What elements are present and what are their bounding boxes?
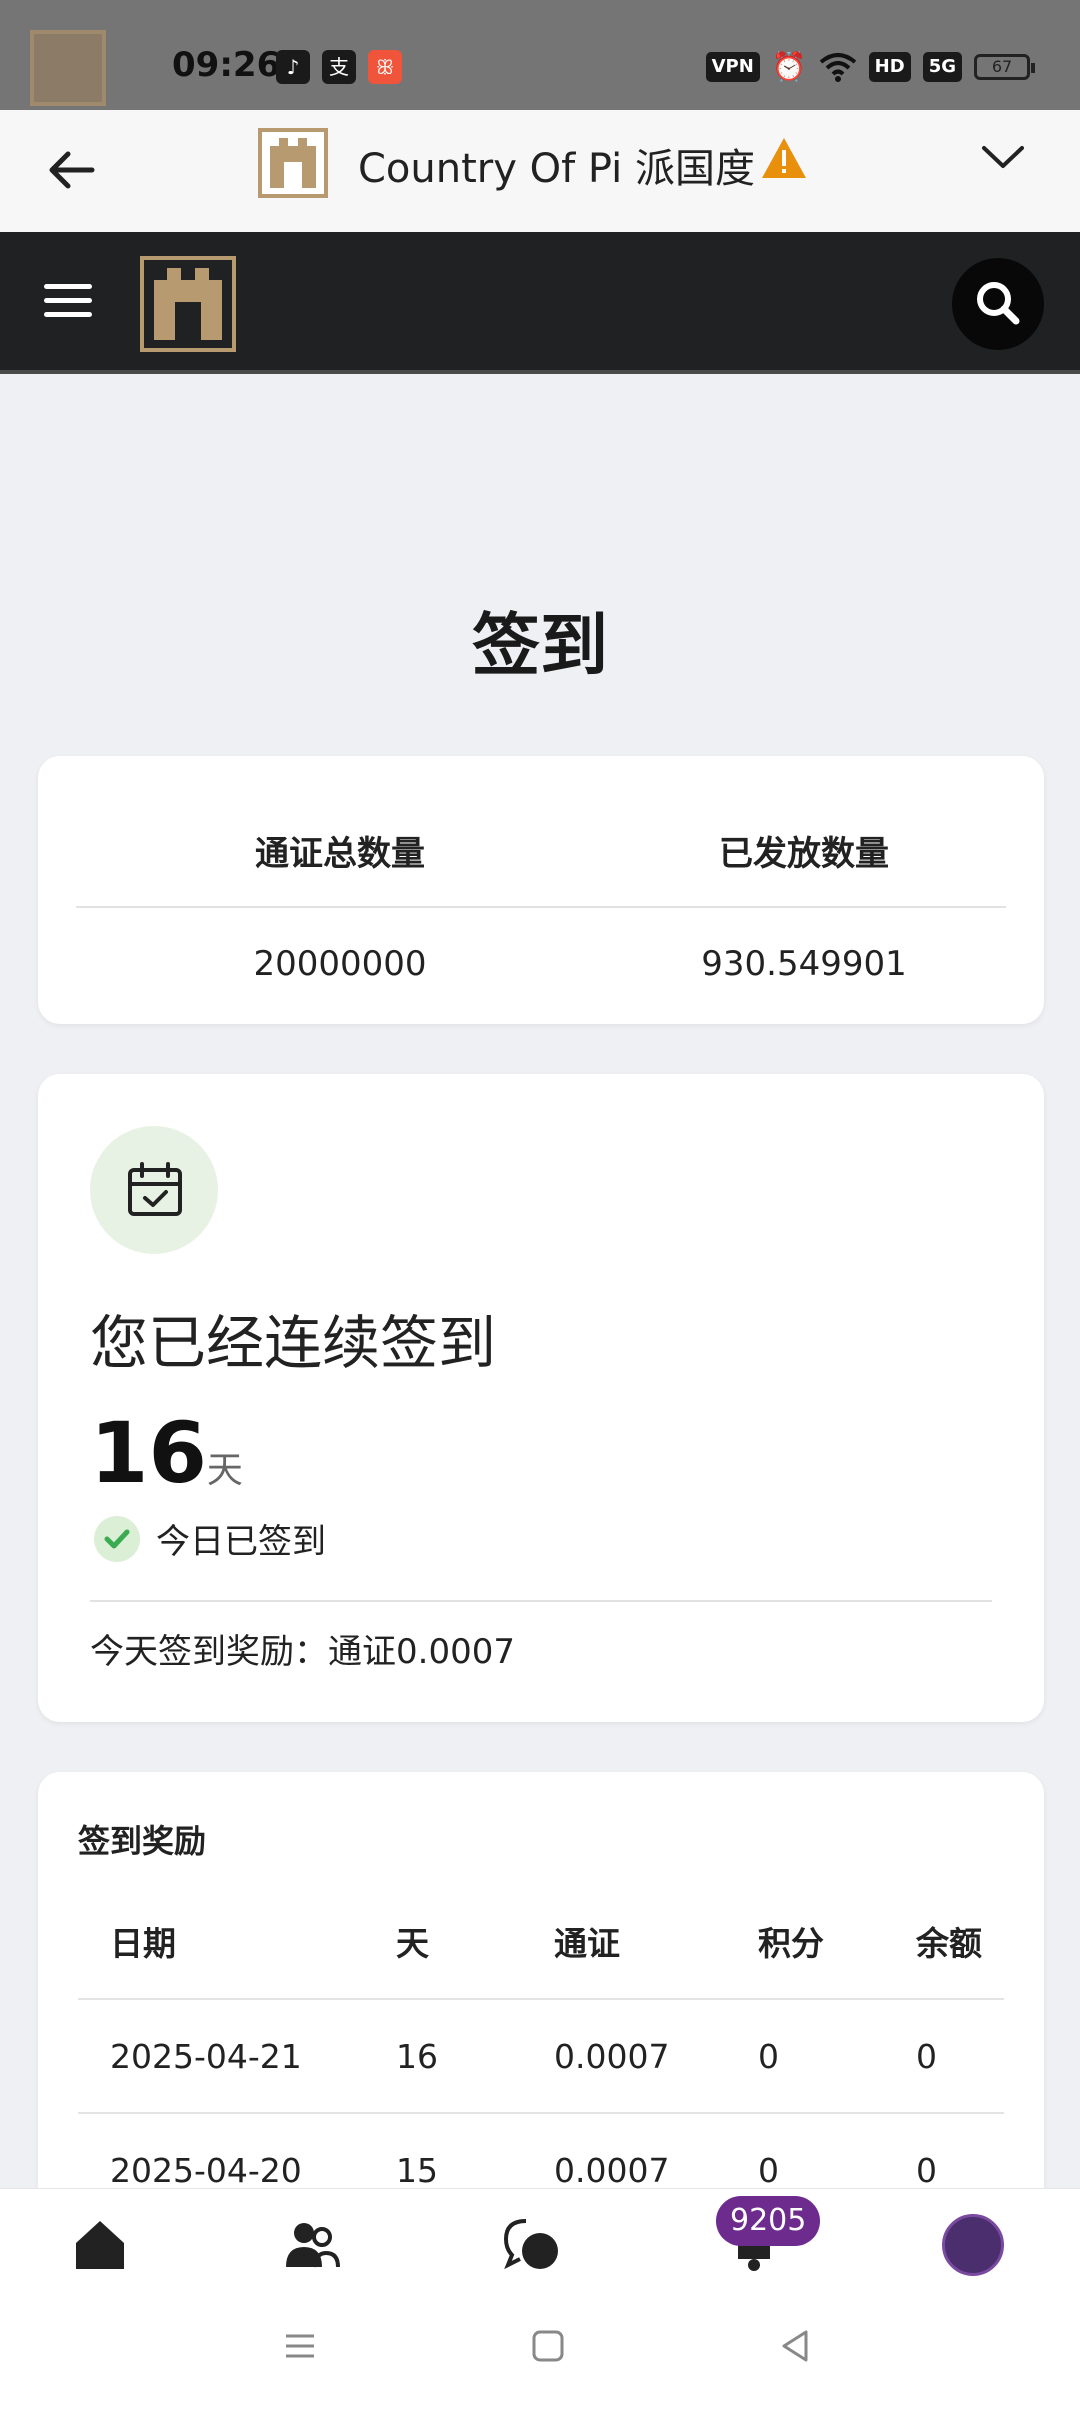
notification-icons: ♪ 支 ꕥ: [276, 50, 402, 84]
cell-day: 16: [396, 2036, 438, 2076]
cell-balance: 0: [916, 2036, 937, 2076]
warning-icon[interactable]: [760, 136, 808, 180]
checked-in-status: 今日已签到: [94, 1514, 326, 1563]
cell-points: 0: [758, 2036, 779, 2076]
kuaishou-icon: ꕥ: [368, 50, 402, 84]
checkin-card: 您已经连续签到 16天 今日已签到 今天签到奖励：通证0.0007: [38, 1074, 1044, 1722]
streak-unit: 天: [206, 1450, 243, 1491]
divider: [90, 1600, 992, 1602]
token-stats-card: 通证总数量 已发放数量 20000000 930.549901: [38, 756, 1044, 1024]
search-icon: [977, 282, 1020, 325]
chat-icon[interactable]: [502, 2215, 562, 2275]
streak-count: 16天: [90, 1404, 243, 1502]
hd-icon: HD: [868, 51, 911, 82]
back-button-icon[interactable]: [776, 2326, 816, 2366]
status-bar: 09:26 ♪ 支 ꕥ VPN ⏰ HD 5G 67: [0, 0, 1080, 110]
rewards-title: 签到奖励: [78, 1822, 207, 1860]
status-time: 09:26: [172, 45, 281, 85]
alipay-icon: 支: [322, 50, 356, 84]
users-icon[interactable]: [282, 2215, 342, 2275]
table-row: 2025-04-21 16 0.0007 0 0: [78, 2000, 1004, 2114]
calendar-check-icon: [90, 1126, 218, 1254]
column-header-date: 日期: [110, 1924, 176, 1963]
back-arrow-icon[interactable]: [42, 140, 102, 200]
column-header-day: 天: [396, 1924, 429, 1963]
alarm-icon: ⏰: [771, 50, 807, 83]
column-header-balance: 余额: [916, 1924, 982, 1963]
tiktok-icon: ♪: [276, 50, 310, 84]
home-icon[interactable]: [70, 2215, 130, 2275]
issued-tokens-label: 已发放数量: [719, 834, 889, 874]
avatar[interactable]: [942, 2214, 1004, 2276]
bottom-nav: [0, 2188, 1080, 2302]
site-logo-icon: [258, 128, 328, 198]
vpn-icon: VPN: [705, 51, 760, 82]
wifi-icon: [819, 52, 856, 82]
checked-in-text: 今日已签到: [156, 1522, 326, 1562]
divider: [76, 906, 1006, 908]
cell-date: 2025-04-21: [110, 2036, 302, 2076]
total-tokens-value: 20000000: [253, 944, 427, 984]
total-tokens-label: 通证总数量: [255, 834, 425, 874]
hamburger-menu-icon[interactable]: [44, 284, 92, 320]
navbar-logo-icon[interactable]: [140, 256, 236, 352]
search-button[interactable]: [952, 258, 1044, 350]
battery-icon: 67: [974, 53, 1035, 80]
site-navbar: [0, 232, 1080, 374]
check-icon: [94, 1515, 140, 1562]
notification-count-badge[interactable]: 9205: [716, 2196, 821, 2246]
column-header-token: 通证: [554, 1924, 620, 1963]
home-button-icon[interactable]: [528, 2326, 568, 2366]
signal-icon: 5G: [922, 51, 962, 82]
streak-days: 16: [90, 1404, 207, 1502]
chevron-down-icon[interactable]: [980, 142, 1026, 172]
cell-token: 0.0007: [554, 2036, 670, 2076]
today-reward: 今天签到奖励：通证0.0007: [90, 1632, 515, 1672]
page-title: 签到: [471, 607, 608, 686]
checkin-heading: 您已经连续签到: [90, 1309, 497, 1377]
app-logo-icon: [30, 30, 106, 106]
app-title: Country Of Pi 派国度: [358, 146, 755, 192]
table-header: 日期 天 通证 积分 余额: [78, 1884, 1004, 2000]
issued-tokens-value: 930.549901: [701, 944, 907, 984]
system-nav-bar: [0, 2302, 1080, 2412]
recent-apps-icon[interactable]: [280, 2326, 320, 2366]
system-status: VPN ⏰ HD 5G 67: [705, 50, 1035, 83]
column-header-points: 积分: [758, 1924, 824, 1963]
